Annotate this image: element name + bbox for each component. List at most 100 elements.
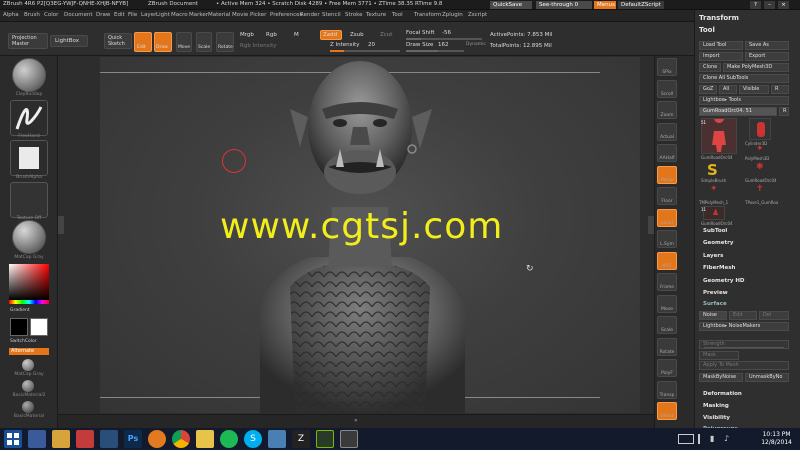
see-through-slider[interactable]: See-through 0 bbox=[536, 1, 592, 9]
spotify-icon[interactable] bbox=[220, 430, 238, 448]
masking-section[interactable]: Masking bbox=[703, 403, 729, 409]
z-intensity-slider[interactable]: Z Intensity 20 bbox=[330, 42, 400, 52]
r-button[interactable]: R bbox=[771, 85, 789, 94]
folder-blue-icon[interactable] bbox=[100, 430, 118, 448]
menu-document[interactable]: Document bbox=[64, 12, 93, 18]
menu-marker[interactable]: Marker bbox=[189, 12, 208, 18]
folder-yellow-icon[interactable] bbox=[196, 430, 214, 448]
lightbox-noisemakers-button[interactable]: Lightbox▸ NoiseMakers bbox=[699, 322, 789, 331]
color-picker[interactable] bbox=[9, 264, 49, 300]
folder-icon[interactable] bbox=[52, 430, 70, 448]
tool-thumb-gumroadorc04[interactable] bbox=[701, 113, 737, 154]
make-polymesh-button[interactable]: Make PolyMesh3D bbox=[723, 63, 789, 72]
firefox-icon[interactable] bbox=[148, 430, 166, 448]
basic-material-icon[interactable] bbox=[22, 401, 34, 413]
chrome-icon[interactable] bbox=[172, 430, 190, 448]
preview-section[interactable]: Preview bbox=[703, 290, 728, 296]
menu-picker[interactable]: Picker bbox=[250, 12, 266, 18]
bottom-tray-toggle[interactable]: « bbox=[354, 417, 358, 424]
menus-button[interactable]: Menus bbox=[594, 1, 616, 9]
menu-brush[interactable]: Brush bbox=[24, 12, 40, 18]
material-thumbnail[interactable] bbox=[12, 220, 46, 254]
load-tool-button[interactable]: Load Tool bbox=[699, 41, 743, 50]
scale-button[interactable]: Scale bbox=[196, 32, 212, 52]
all-button[interactable]: All bbox=[719, 85, 737, 94]
projection-master-button[interactable]: Projection Master bbox=[8, 33, 48, 49]
tool-header[interactable]: Tool bbox=[699, 26, 715, 34]
clone-all-subtools-button[interactable]: Clone All SubTools bbox=[699, 74, 789, 83]
file-explorer-icon[interactable] bbox=[28, 430, 46, 448]
geometry-section[interactable]: Geometry bbox=[703, 240, 733, 246]
menu-layer[interactable]: Layer bbox=[141, 12, 156, 18]
menu-draw[interactable]: Draw bbox=[96, 12, 110, 18]
volume-icon[interactable]: ♪ bbox=[724, 434, 734, 444]
tool-thumb-polymesh3d[interactable]: ✦ bbox=[749, 144, 771, 156]
export-button[interactable]: Export bbox=[745, 52, 789, 61]
app-red-icon[interactable] bbox=[76, 430, 94, 448]
zsub-button[interactable]: Zsub bbox=[350, 32, 364, 38]
rgb-toggle[interactable]: Rgb bbox=[266, 32, 277, 38]
left-tray-toggle[interactable] bbox=[58, 216, 64, 234]
menu-movie[interactable]: Movie bbox=[232, 12, 248, 18]
system-clock[interactable]: 10:13 PM 12/8/2014 bbox=[761, 431, 792, 447]
visible-button[interactable]: Visible bbox=[739, 85, 769, 94]
brush-thumbnail[interactable] bbox=[12, 58, 46, 92]
apply-to-mesh-button[interactable]: Apply To Mesh bbox=[699, 361, 789, 370]
menu-color[interactable]: Color bbox=[44, 12, 58, 18]
draw-button[interactable]: Draw bbox=[154, 32, 172, 52]
surface-section[interactable]: Surface bbox=[703, 301, 727, 307]
edit-button[interactable]: Edit bbox=[134, 32, 152, 52]
move-button[interactable]: Move bbox=[176, 32, 192, 52]
transform-header[interactable]: Transform bbox=[699, 14, 739, 22]
zcut-button[interactable]: Zcut bbox=[380, 32, 392, 38]
import-button[interactable]: Import bbox=[699, 52, 743, 61]
subtool-section[interactable]: SubTool bbox=[703, 228, 727, 234]
tool-thumb-cylinder3d[interactable] bbox=[749, 118, 771, 140]
focal-shift-slider[interactable]: Focal Shift -56 bbox=[406, 30, 482, 40]
menu-edit[interactable]: Edit bbox=[114, 12, 125, 18]
stroke-thumbnail[interactable] bbox=[10, 100, 48, 136]
menu-stencil[interactable]: Stencil bbox=[322, 12, 341, 18]
menu-tool[interactable]: Tool bbox=[392, 12, 403, 18]
menu-material[interactable]: Material bbox=[208, 12, 230, 18]
rgb-intensity-slider[interactable]: Rgb Intensity bbox=[240, 43, 277, 49]
mask-button[interactable]: Mask bbox=[699, 351, 739, 360]
lightbox-tools-button[interactable]: Lightbox▸ Tools bbox=[699, 96, 789, 105]
help-icon[interactable]: ? bbox=[750, 1, 761, 9]
basic-material2-icon[interactable] bbox=[22, 380, 34, 392]
dynamic-toggle[interactable]: Dynamic bbox=[466, 42, 486, 47]
app-gray-icon[interactable] bbox=[340, 430, 358, 448]
menu-preferences[interactable]: Preferences bbox=[270, 12, 302, 18]
deformation-section[interactable]: Deformation bbox=[703, 391, 742, 397]
current-tool-r-button[interactable]: R bbox=[779, 107, 789, 116]
menu-alpha[interactable]: Alpha bbox=[3, 12, 19, 18]
minimize-icon[interactable]: – bbox=[764, 1, 775, 9]
menu-light[interactable]: Light bbox=[156, 12, 170, 18]
start-icon[interactable] bbox=[4, 430, 22, 448]
menu-file[interactable]: File bbox=[128, 12, 137, 18]
close-icon[interactable]: × bbox=[778, 1, 789, 9]
mrgb-toggle[interactable]: Mrgb bbox=[240, 32, 254, 38]
unmask-by-noise-button[interactable]: UnmaskByNo bbox=[745, 373, 789, 382]
zadd-button[interactable]: Zadd bbox=[320, 30, 342, 40]
skype-icon[interactable]: S bbox=[244, 430, 262, 448]
menu-zscript[interactable]: Zscript bbox=[468, 12, 487, 18]
menu-render[interactable]: Render bbox=[300, 12, 320, 18]
main-color-swatch[interactable] bbox=[10, 318, 28, 336]
menu-stroke[interactable]: Stroke bbox=[345, 12, 363, 18]
mask-by-noise-button[interactable]: MaskByNoise bbox=[699, 373, 743, 382]
lightbox-button[interactable]: LightBox bbox=[50, 35, 88, 47]
save-as-button[interactable]: Save As bbox=[745, 41, 789, 50]
alpha-thumbnail[interactable] bbox=[10, 140, 48, 176]
noise-del-button[interactable]: Del bbox=[759, 311, 789, 320]
alternate-button[interactable]: Alternate bbox=[9, 348, 49, 355]
secondary-color-swatch[interactable] bbox=[30, 318, 48, 336]
app-blue-icon[interactable] bbox=[268, 430, 286, 448]
strength-slider[interactable]: Strength bbox=[699, 340, 789, 349]
tool-thumb-tmpolymesh[interactable]: ✦ bbox=[703, 184, 725, 198]
network-icon[interactable]: ▮ bbox=[710, 434, 722, 444]
menu-zplugin[interactable]: Zplugin bbox=[442, 12, 463, 18]
menu-macro[interactable]: Macro bbox=[171, 12, 188, 18]
hue-strip[interactable] bbox=[9, 300, 49, 304]
visibility-section[interactable]: Visibility bbox=[703, 415, 730, 421]
